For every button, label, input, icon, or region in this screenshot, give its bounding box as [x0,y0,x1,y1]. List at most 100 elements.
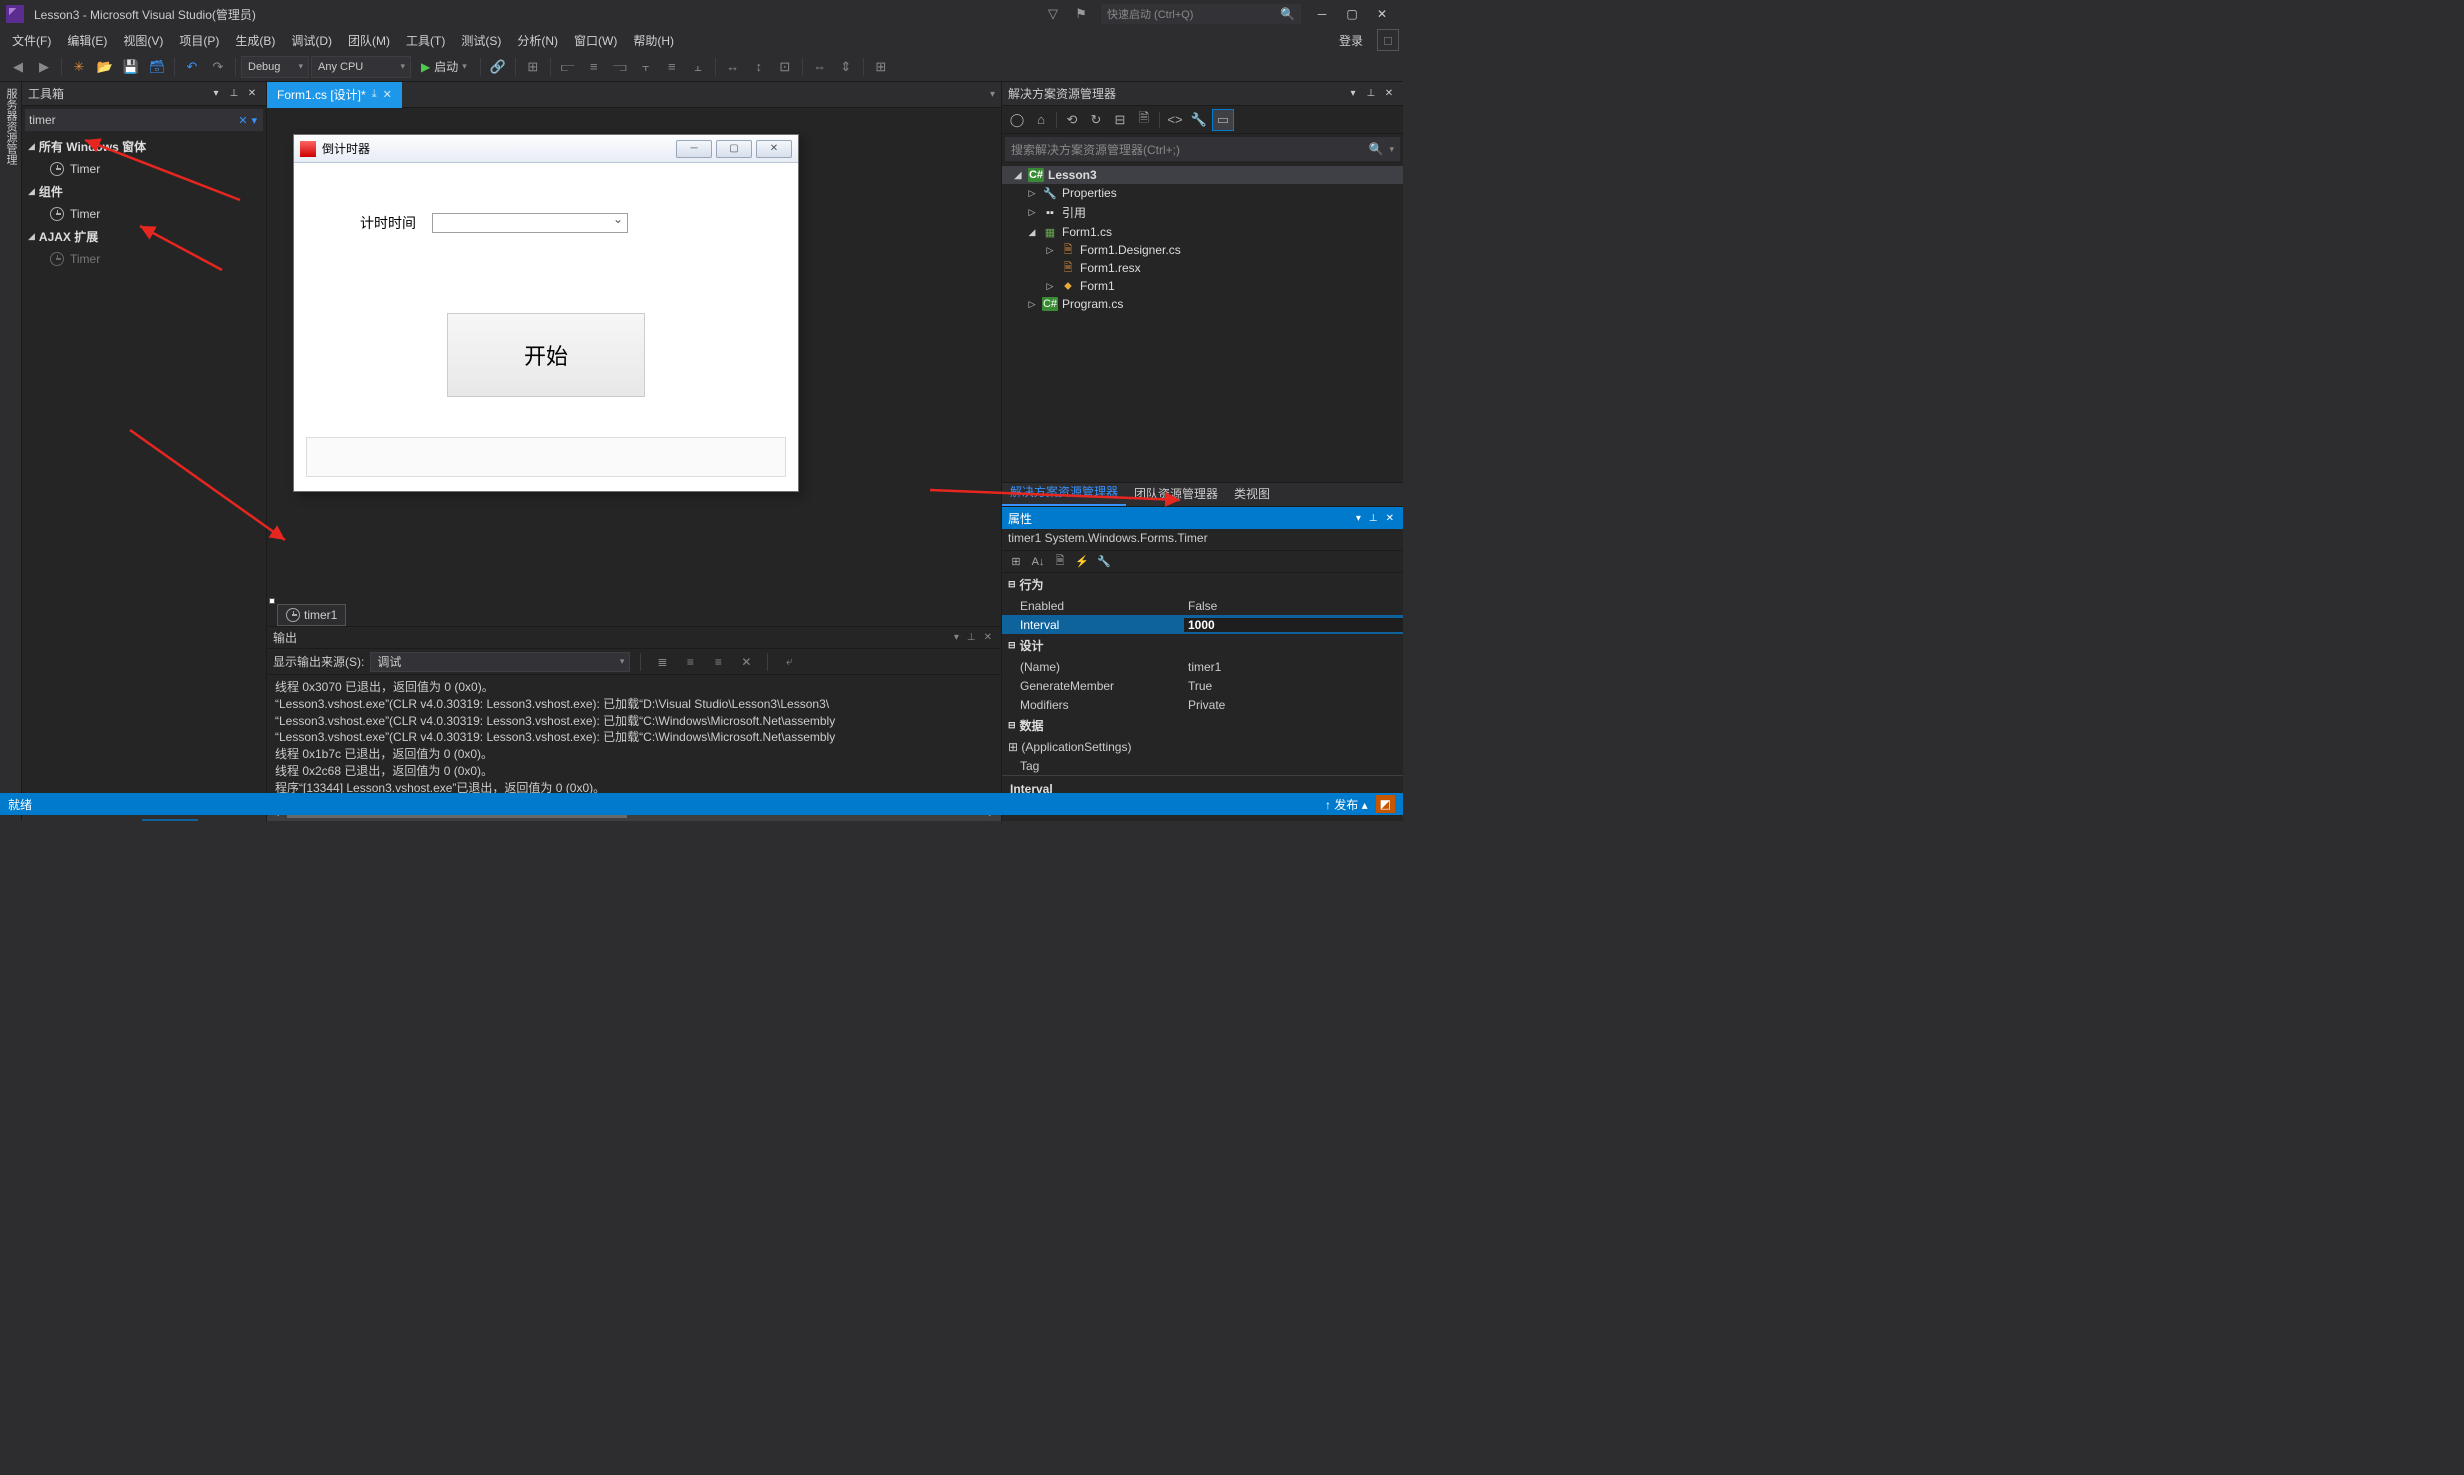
properties-object[interactable]: timer1 System.Windows.Forms.Timer [1002,529,1403,551]
toolbox-group-components[interactable]: ◢组件 [22,179,266,204]
align-top-button[interactable]: ⫟ [634,56,658,78]
open-file-button[interactable]: 📂 [93,56,117,78]
form-start-button[interactable]: 开始 [447,313,645,397]
menu-debug[interactable]: 调试(D) [283,29,340,52]
form-status-strip[interactable] [306,437,786,477]
tree-program-cs[interactable]: ▷C#Program.cs [1002,295,1403,313]
sol-code-button[interactable]: <> [1164,109,1186,131]
panel-dropdown-button[interactable]: ▾ [208,86,224,102]
prop-row-tag[interactable]: Tag [1002,756,1403,775]
align-grid-button[interactable]: ⊞ [521,56,545,78]
tray-resize-handle[interactable] [269,598,275,604]
solution-search[interactable]: 搜索解决方案资源管理器(Ctrl+;)🔍▾ [1005,137,1400,161]
hspace-button[interactable]: ⇔ [808,56,832,78]
winform-preview[interactable]: 倒计时器 ─ ▢ ✕ 计时时间 开始 [293,134,799,492]
prop-row-app-settings[interactable]: ⊞ (ApplicationSettings) [1002,737,1403,756]
sol-back-button[interactable]: ◯ [1006,109,1028,131]
tab-solution-explorer[interactable]: 解决方案资源管理器 [1002,479,1126,506]
prop-cat-design[interactable]: ⊟设计 [1002,634,1403,657]
prop-cat-data[interactable]: ⊟数据 [1002,714,1403,737]
sol-properties-button[interactable]: 🔧 [1188,109,1210,131]
panel-pin-button[interactable]: ⊥ [1363,86,1379,102]
prop-events-button[interactable]: ⚡ [1072,553,1092,571]
sol-sync-button[interactable]: ⟲ [1061,109,1083,131]
clear-search-icon[interactable]: ✕ [238,114,247,127]
panel-close-button[interactable]: ✕ [1381,86,1397,102]
menu-analyze[interactable]: 分析(N) [509,29,566,52]
tab-form1-designer[interactable]: Form1.cs [设计]* ⤓ ✕ [267,82,402,108]
prop-row-interval[interactable]: Interval1000 [1002,615,1403,634]
publish-button[interactable]: ↑ 发布 ▴ [1325,796,1368,813]
panel-dropdown-button[interactable]: ▾ [1353,513,1364,524]
toolbox-group-windows-forms[interactable]: ◢所有 Windows 窗体 [22,134,266,159]
menu-team[interactable]: 团队(M) [340,29,398,52]
same-width-button[interactable]: ↔ [721,56,745,78]
form-max-button[interactable]: ▢ [716,140,752,158]
avatar-icon[interactable]: ◻ [1377,29,1399,51]
output-clear-button[interactable]: ✕ [735,652,757,672]
menu-window[interactable]: 窗口(W) [566,29,625,52]
prop-categorized-button[interactable]: ⊞ [1006,553,1026,571]
search-dropdown-icon[interactable]: ▾ [1389,144,1394,155]
sol-home-button[interactable]: ⌂ [1030,109,1052,131]
side-tab-server-explorer[interactable]: 服务器资源管理 [0,82,22,821]
menu-file[interactable]: 文件(F) [4,29,59,52]
menu-build[interactable]: 生成(B) [227,29,283,52]
maximize-button[interactable]: ▢ [1337,3,1367,25]
sol-collapse-button[interactable]: ⊟ [1109,109,1131,131]
form-designer-surface[interactable]: 倒计时器 ─ ▢ ✕ 计时时间 开始 timer1 [267,108,1001,626]
output-prev-button[interactable]: ≡ [679,652,701,672]
prop-row-modifiers[interactable]: ModifiersPrivate [1002,695,1403,714]
menu-tools[interactable]: 工具(T) [398,29,453,52]
sol-showall-button[interactable]: 🗎 [1133,109,1155,131]
tree-form1-class[interactable]: ▷⬥Form1 [1002,277,1403,295]
status-notify-icon[interactable]: ◩ [1376,795,1395,813]
start-debug-button[interactable]: ▶启动▾ [413,56,475,78]
quick-launch-input[interactable]: 快速启动 (Ctrl+Q) 🔍 [1101,4,1301,24]
prop-cat-behavior[interactable]: ⊟行为 [1002,573,1403,596]
output-dropdown-button[interactable]: ▾ [951,632,962,643]
output-next-button[interactable]: ≡ [707,652,729,672]
menu-test[interactable]: 测试(S) [453,29,509,52]
same-size-button[interactable]: ⊡ [773,56,797,78]
toolbox-item-timer[interactable]: Timer [22,204,266,224]
output-wrap-button[interactable]: ⤶ [778,652,800,672]
align-middle-button[interactable]: ≡ [660,56,684,78]
prop-row-enabled[interactable]: EnabledFalse [1002,596,1403,615]
tree-form1-designer[interactable]: ▷🗎Form1.Designer.cs [1002,241,1403,259]
output-close-button[interactable]: ✕ [981,632,995,643]
menu-project[interactable]: 项目(P) [171,29,227,52]
tab-order-button[interactable]: ⊞ [869,56,893,78]
menu-edit[interactable]: 编辑(E) [59,29,115,52]
prop-alpha-button[interactable]: A↓ [1028,553,1048,571]
save-button[interactable]: 💾 [119,56,143,78]
config-combo[interactable]: Debug [241,56,309,78]
toolbox-search-input[interactable] [29,113,236,127]
tree-properties[interactable]: ▷🔧Properties [1002,184,1403,202]
pin-tab-icon[interactable]: ⤓ [372,88,377,101]
tab-class-view[interactable]: 类视图 [1226,481,1278,506]
tree-project[interactable]: ◢C#Lesson3 [1002,166,1403,184]
component-tray-timer1[interactable]: timer1 [277,604,346,626]
platform-combo[interactable]: Any CPU [311,56,411,78]
vspace-button[interactable]: ⇕ [834,56,858,78]
tree-form1-cs[interactable]: ◢▦Form1.cs [1002,223,1403,241]
redo-button[interactable]: ↷ [206,56,230,78]
sol-preview-button[interactable]: ▭ [1212,109,1234,131]
form-time-combo[interactable] [432,213,628,233]
search-dropdown-icon[interactable]: ▾ [251,114,257,127]
tab-team-explorer[interactable]: 团队资源管理器 [1126,481,1226,506]
toolbox-group-ajax[interactable]: ◢AJAX 扩展 [22,224,266,249]
align-left-button[interactable]: ⫍ [556,56,580,78]
prop-interval-value[interactable]: 1000 [1184,618,1403,632]
output-pin-button[interactable]: ⊥ [964,632,979,643]
menu-help[interactable]: 帮助(H) [625,29,682,52]
panel-pin-button[interactable]: ⊥ [226,86,242,102]
nav-back-button[interactable]: ◀ [6,56,30,78]
prop-pages-button[interactable]: 🔧 [1094,553,1114,571]
browser-link-button[interactable]: 🔗 [486,56,510,78]
panel-close-button[interactable]: ✕ [1383,513,1397,524]
menu-view[interactable]: 视图(V) [115,29,171,52]
align-center-button[interactable]: ≡ [582,56,606,78]
panel-close-button[interactable]: ✕ [244,86,260,102]
